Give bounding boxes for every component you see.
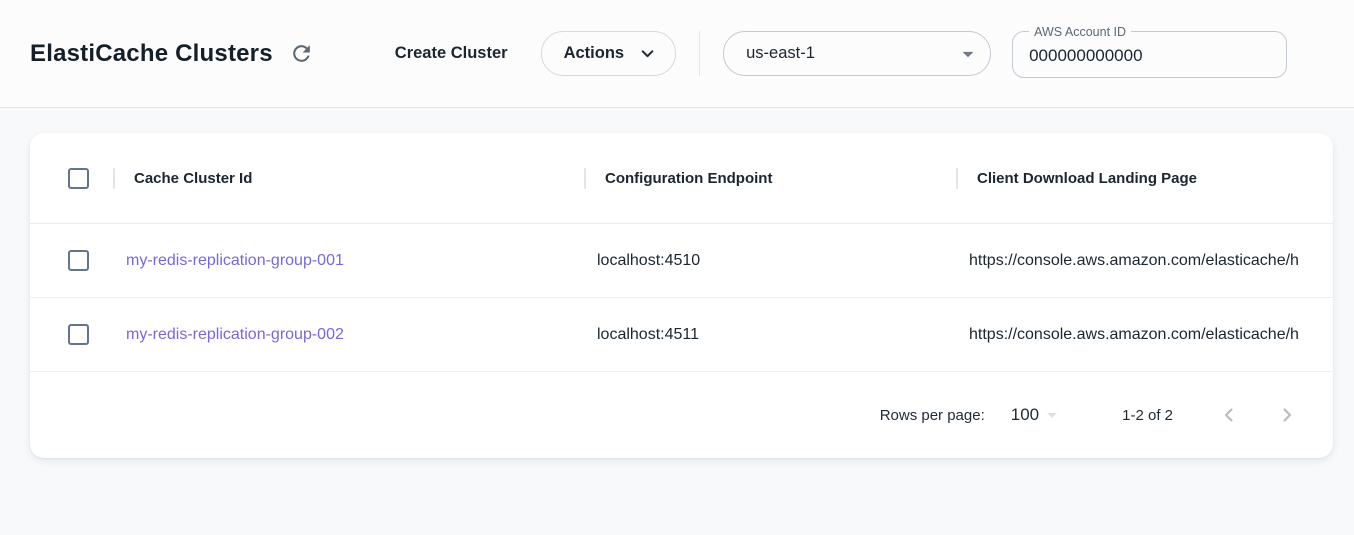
- chevron-left-icon: [1217, 403, 1241, 427]
- cache-cluster-id-cell: my-redis-replication-group-002: [113, 326, 584, 344]
- row-checkbox-cell: [30, 250, 113, 271]
- actions-button[interactable]: Actions: [541, 31, 677, 76]
- clusters-table-card: Cache Cluster Id Configuration Endpoint …: [30, 133, 1333, 458]
- toolbar-divider: [699, 31, 700, 76]
- column-separator: [584, 168, 586, 189]
- refresh-icon: [289, 41, 314, 66]
- configuration-endpoint-cell: localhost:4511: [584, 326, 956, 344]
- cache-cluster-id-link[interactable]: my-redis-replication-group-001: [126, 252, 344, 269]
- aws-account-id-input[interactable]: [1012, 30, 1287, 78]
- rows-per-page-select[interactable]: 100: [1011, 403, 1064, 427]
- region-select[interactable]: us-east-1: [723, 31, 991, 76]
- topbar: ElastiCache Clusters Create Cluster Acti…: [0, 0, 1354, 108]
- column-header-client-download-landing-page[interactable]: Client Download Landing Page: [956, 168, 1333, 189]
- rows-per-page-value: 100: [1011, 405, 1039, 425]
- configuration-endpoint-cell: localhost:4510: [584, 252, 956, 270]
- column-separator: [113, 168, 115, 189]
- row-checkbox-cell: [30, 324, 113, 345]
- aws-account-id-field: AWS Account ID: [1012, 30, 1287, 78]
- actions-button-label: Actions: [564, 44, 625, 63]
- pagination-range: 1-2 of 2: [1122, 407, 1173, 424]
- column-header-label: Configuration Endpoint: [605, 170, 772, 187]
- cache-cluster-id-link[interactable]: my-redis-replication-group-002: [126, 326, 344, 343]
- pagination: Rows per page: 100 1-2 of 2: [30, 372, 1333, 458]
- previous-page-button[interactable]: [1209, 395, 1249, 435]
- refresh-button[interactable]: [285, 37, 319, 71]
- table-row[interactable]: my-redis-replication-group-002 localhost…: [30, 298, 1333, 372]
- page: ElastiCache Clusters Create Cluster Acti…: [0, 0, 1354, 458]
- column-header-cache-cluster-id[interactable]: Cache Cluster Id: [113, 168, 584, 189]
- rows-per-page-label: Rows per page:: [880, 407, 985, 424]
- row-checkbox[interactable]: [68, 324, 89, 345]
- row-checkbox[interactable]: [68, 250, 89, 271]
- column-header-label: Cache Cluster Id: [134, 170, 252, 187]
- region-select-value: us-east-1: [746, 44, 815, 63]
- cache-cluster-id-cell: my-redis-replication-group-001: [113, 252, 584, 270]
- header-checkbox-cell: [30, 168, 113, 189]
- column-separator: [956, 168, 958, 189]
- main-content: Cache Cluster Id Configuration Endpoint …: [0, 108, 1354, 458]
- chevron-down-icon: [637, 43, 658, 64]
- table-row[interactable]: my-redis-replication-group-001 localhost…: [30, 224, 1333, 298]
- caret-down-icon: [955, 41, 981, 67]
- page-title: ElastiCache Clusters: [30, 40, 273, 68]
- next-page-button[interactable]: [1267, 395, 1307, 435]
- column-header-label: Client Download Landing Page: [977, 170, 1197, 187]
- column-header-configuration-endpoint[interactable]: Configuration Endpoint: [584, 168, 956, 189]
- table-header-row: Cache Cluster Id Configuration Endpoint …: [30, 133, 1333, 224]
- chevron-right-icon: [1275, 403, 1299, 427]
- create-cluster-button[interactable]: Create Cluster: [395, 44, 508, 63]
- select-all-checkbox[interactable]: [68, 168, 89, 189]
- client-download-landing-page-cell: https://console.aws.amazon.com/elasticac…: [956, 326, 1333, 344]
- caret-down-icon: [1040, 403, 1064, 427]
- client-download-landing-page-cell: https://console.aws.amazon.com/elasticac…: [956, 252, 1333, 270]
